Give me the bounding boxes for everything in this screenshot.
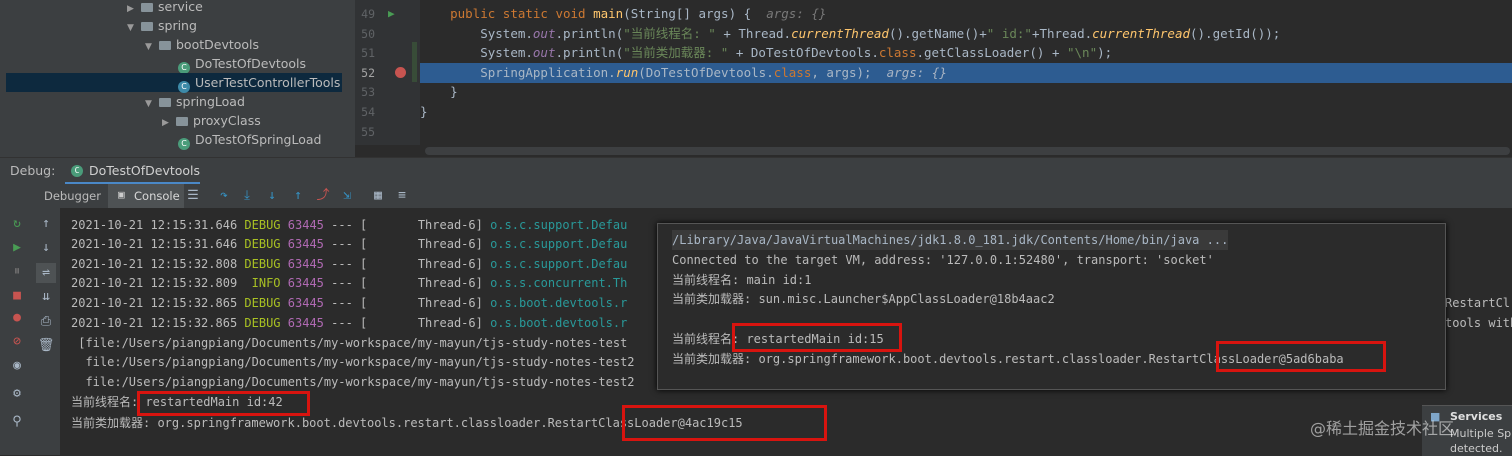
highlight-box-overlay-thread <box>732 323 902 352</box>
tab-debugger[interactable]: Debugger <box>36 184 104 208</box>
view-breakpoints-icon[interactable]: ● <box>7 308 27 328</box>
debug-label: Debug: <box>10 163 56 178</box>
tab-console[interactable]: ▣ Console <box>108 184 184 208</box>
watermark: @稀土掘金技术社区 <box>1310 419 1455 438</box>
console-icon: ▣ <box>118 188 125 201</box>
up-arrow-icon[interactable]: ↑ <box>36 214 56 234</box>
change-marker <box>412 42 417 82</box>
tree-item-bootdevtools[interactable]: ▼ bootDevtools <box>145 35 259 54</box>
tree-item-spring[interactable]: ▼ spring <box>127 16 197 35</box>
log-line: 2021-10-21 12:15:31.646 DEBUG 63445 --- … <box>71 237 628 251</box>
step-over-icon[interactable]: ⤓ <box>237 186 257 206</box>
pause-icon[interactable]: ⏸ <box>7 262 27 282</box>
tree-item-dotestofspringload[interactable]: C DoTestOfSpringLoad <box>178 130 321 150</box>
horizontal-scrollbar[interactable] <box>425 147 1510 155</box>
run-gutter-icon[interactable]: ▶ <box>388 7 395 20</box>
debug-left-toolbar: ↻ ▶ ⏸ ■ ● ⊘ ◉ ⚙ ⚲ <box>0 208 34 455</box>
folder-icon <box>159 41 171 50</box>
chevron-right-icon[interactable]: ▶ <box>162 114 176 133</box>
log-line: 2021-10-21 12:15:31.646 DEBUG 63445 --- … <box>71 218 628 232</box>
log-line: 2021-10-21 12:15:32.809 INFO 63445 --- [… <box>71 276 628 290</box>
log-clipped-text: tools with <box>1445 316 1512 330</box>
tree-item-dotestofdevtools[interactable]: C DoTestOfDevtools <box>178 54 306 74</box>
tree-item-service[interactable]: ▶ service <box>127 0 203 16</box>
overlay-loader-line-1: 当前类加载器: sun.misc.Launcher$AppClassLoader… <box>672 292 1055 306</box>
tree-item-proxyclass[interactable]: ▶ proxyClass <box>162 111 261 130</box>
folder-icon <box>159 98 171 107</box>
overlay-command-line: /Library/Java/JavaVirtualMachines/jdk1.8… <box>672 230 1229 250</box>
chevron-down-icon[interactable]: ▼ <box>127 19 141 38</box>
pin-icon[interactable]: ⚲ <box>7 412 27 432</box>
log-line: 2021-10-21 12:15:32.808 DEBUG 63445 --- … <box>71 257 628 271</box>
log-clipped-text: RestartCl <box>1445 296 1511 310</box>
log-file-line: [file:/Users/piangpiang/Documents/my-wor… <box>71 336 628 350</box>
code-line-51: System.out.println("当前类加载器: " + DoTestOf… <box>480 45 1113 60</box>
down-arrow-icon[interactable]: ↓ <box>36 238 56 258</box>
code-editor[interactable]: public static void main(String[] args) {… <box>420 0 1512 157</box>
line-number: 52 <box>361 66 375 80</box>
log-file-line: file:/Users/piangpiang/Documents/my-work… <box>71 355 635 369</box>
gear-icon[interactable]: ⚙ <box>7 384 27 404</box>
trash-icon[interactable]: 🗑 <box>36 336 56 356</box>
stop-icon[interactable]: ■ <box>7 286 27 306</box>
resume-icon[interactable]: ▶ <box>7 238 27 258</box>
console-left-toolbar: ↑ ↓ ⇌ ⇊ ⎙ 🗑 <box>34 208 61 455</box>
evaluate-icon[interactable]: ▦ <box>368 186 388 206</box>
step-into-icon[interactable]: ↓ <box>262 186 282 206</box>
code-line-49: public static void main(String[] args) {… <box>450 6 827 21</box>
log-line: 2021-10-21 12:15:32.865 DEBUG 63445 --- … <box>71 296 628 310</box>
show-execution-point-icon[interactable]: ↷ <box>214 186 234 206</box>
line-number: 51 <box>361 46 375 60</box>
code-line-54: } <box>420 104 428 119</box>
camera-icon[interactable]: ◉ <box>7 356 27 376</box>
line-number: 55 <box>361 125 375 139</box>
code-line-50: System.out.println("当前线程名: " + Thread.cu… <box>480 26 1281 41</box>
highlight-box-thread <box>137 391 310 416</box>
project-tree: ▶ service ▼ spring ▼ bootDevtools C DoTestOf… <box>0 0 355 157</box>
rerun-icon[interactable]: ↻ <box>7 214 27 234</box>
breakpoint-icon[interactable] <box>395 67 406 78</box>
tree-item-usertestcontrollertools[interactable]: C UserTestControllerTools <box>6 73 342 93</box>
more-options-icon[interactable]: ≡ <box>392 186 412 206</box>
step-out-icon[interactable]: ↑ <box>288 186 308 206</box>
code-line-52-highlighted: SpringApplication.run(DoTestOfDevtools.c… <box>420 63 1512 83</box>
soft-wrap-icon[interactable]: ⇌ <box>36 263 56 283</box>
menu-lines-icon[interactable]: ☰ <box>183 186 203 206</box>
tab-debug-session[interactable]: C DoTestOfDevtools <box>65 158 200 185</box>
run-to-cursor-icon[interactable]: ⇲ <box>337 186 357 206</box>
line-number: 49 <box>361 7 375 21</box>
overlay-connected-line: Connected to the target VM, address: '12… <box>672 253 1214 267</box>
overlay-thread-line-1: 当前线程名: main id:1 <box>672 273 812 287</box>
folder-icon <box>176 117 188 126</box>
tree-item-springload[interactable]: ▼ springLoad <box>145 92 245 111</box>
line-number: 50 <box>361 27 375 41</box>
debug-tab-bar: Debug: C DoTestOfDevtools <box>0 157 1512 185</box>
mute-breakpoints-icon[interactable]: ⊘ <box>7 332 27 352</box>
folder-icon <box>141 22 153 31</box>
spring-boot-class-icon: C <box>178 138 190 150</box>
log-file-line: file:/Users/piangpiang/Documents/my-work… <box>71 375 635 389</box>
line-number: 53 <box>361 85 375 99</box>
drop-frame-icon[interactable]: ⤴ <box>313 186 333 206</box>
print-icon[interactable]: ⎙ <box>36 312 56 332</box>
highlight-box-overlay-classloader <box>1216 341 1386 372</box>
highlight-box-classloader <box>622 405 827 441</box>
chevron-down-icon[interactable]: ▼ <box>145 95 159 114</box>
spring-boot-class-icon: C <box>71 165 83 177</box>
line-number: 54 <box>361 105 375 119</box>
log-line: 2021-10-21 12:15:32.865 DEBUG 63445 --- … <box>71 316 628 330</box>
folder-icon <box>141 3 153 12</box>
chevron-down-icon[interactable]: ▼ <box>145 38 159 57</box>
debug-toolbar: Debugger ▣ Console ☰ ↷ ⤓ ↓ ↑ ⤴ ⇲ ▦ ≡ <box>0 184 1512 209</box>
code-line-53: } <box>450 84 458 99</box>
scroll-to-end-icon[interactable]: ⇊ <box>36 287 56 307</box>
